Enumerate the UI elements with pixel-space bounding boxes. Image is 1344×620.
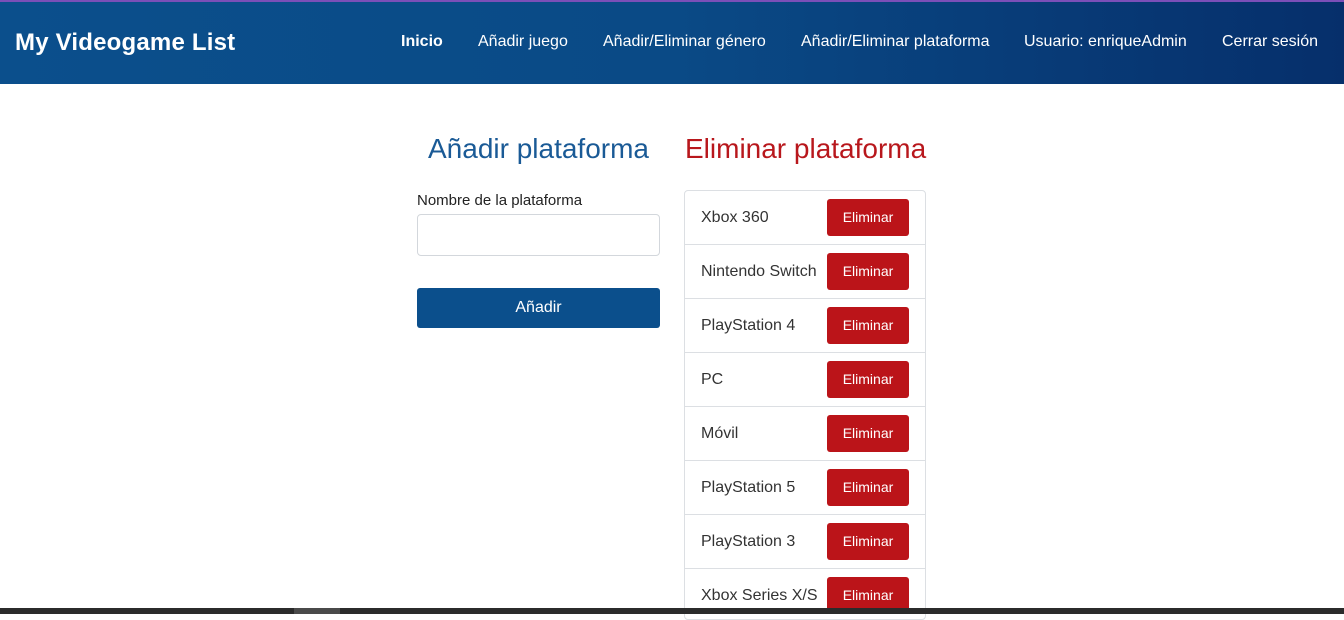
delete-platform-button[interactable]: Eliminar: [827, 415, 909, 452]
brand-title[interactable]: My Videogame List: [15, 28, 235, 58]
platform-list: Xbox 360 Eliminar Nintendo Switch Elimin…: [684, 190, 926, 620]
nav-link-inicio[interactable]: Inicio: [401, 32, 443, 52]
nav-link-cerrar-sesion[interactable]: Cerrar sesión: [1222, 32, 1318, 52]
platform-name-input[interactable]: [417, 214, 660, 256]
platform-name: PlayStation 4: [701, 317, 796, 334]
nav-link-usuario[interactable]: Usuario: enriqueAdmin: [1024, 32, 1187, 52]
platform-name: PC: [701, 371, 724, 388]
delete-platform-button[interactable]: Eliminar: [827, 307, 909, 344]
platform-name-label: Nombre de la plataforma: [417, 192, 583, 209]
delete-platform-button[interactable]: Eliminar: [827, 199, 909, 236]
nav-link-anadir-juego[interactable]: Añadir juego: [478, 32, 568, 52]
platform-name: PlayStation 3: [701, 533, 796, 550]
platform-row: Xbox 360 Eliminar: [685, 191, 925, 245]
top-navbar: My Videogame List Inicio Añadir juego Añ…: [0, 2, 1344, 84]
add-platform-button[interactable]: Añadir: [417, 288, 660, 328]
platform-row: Nintendo Switch Eliminar: [685, 245, 925, 299]
delete-platform-heading: Eliminar plataforma: [685, 133, 927, 164]
nav-link-generos[interactable]: Añadir/Eliminar género: [603, 32, 766, 52]
platform-row: Móvil Eliminar: [685, 407, 925, 461]
platform-name: Móvil: [701, 425, 739, 442]
delete-platform-button[interactable]: Eliminar: [827, 361, 909, 398]
platform-name: PlayStation 5: [701, 479, 796, 496]
platform-name: Nintendo Switch: [701, 263, 817, 280]
taskbar-item[interactable]: [294, 608, 340, 614]
nav-link-plataformas[interactable]: Añadir/Eliminar plataforma: [801, 32, 990, 52]
add-platform-heading: Añadir plataforma: [428, 133, 650, 164]
platform-row: PC Eliminar: [685, 353, 925, 407]
delete-platform-button[interactable]: Eliminar: [827, 469, 909, 506]
platform-name: Xbox 360: [701, 209, 769, 226]
delete-platform-button[interactable]: Eliminar: [827, 523, 909, 560]
os-taskbar: [0, 608, 1344, 614]
platform-name: Xbox Series X/S: [701, 587, 818, 604]
platform-row: PlayStation 4 Eliminar: [685, 299, 925, 353]
platform-row: PlayStation 3 Eliminar: [685, 515, 925, 569]
platform-row: PlayStation 5 Eliminar: [685, 461, 925, 515]
delete-platform-button[interactable]: Eliminar: [827, 253, 909, 290]
